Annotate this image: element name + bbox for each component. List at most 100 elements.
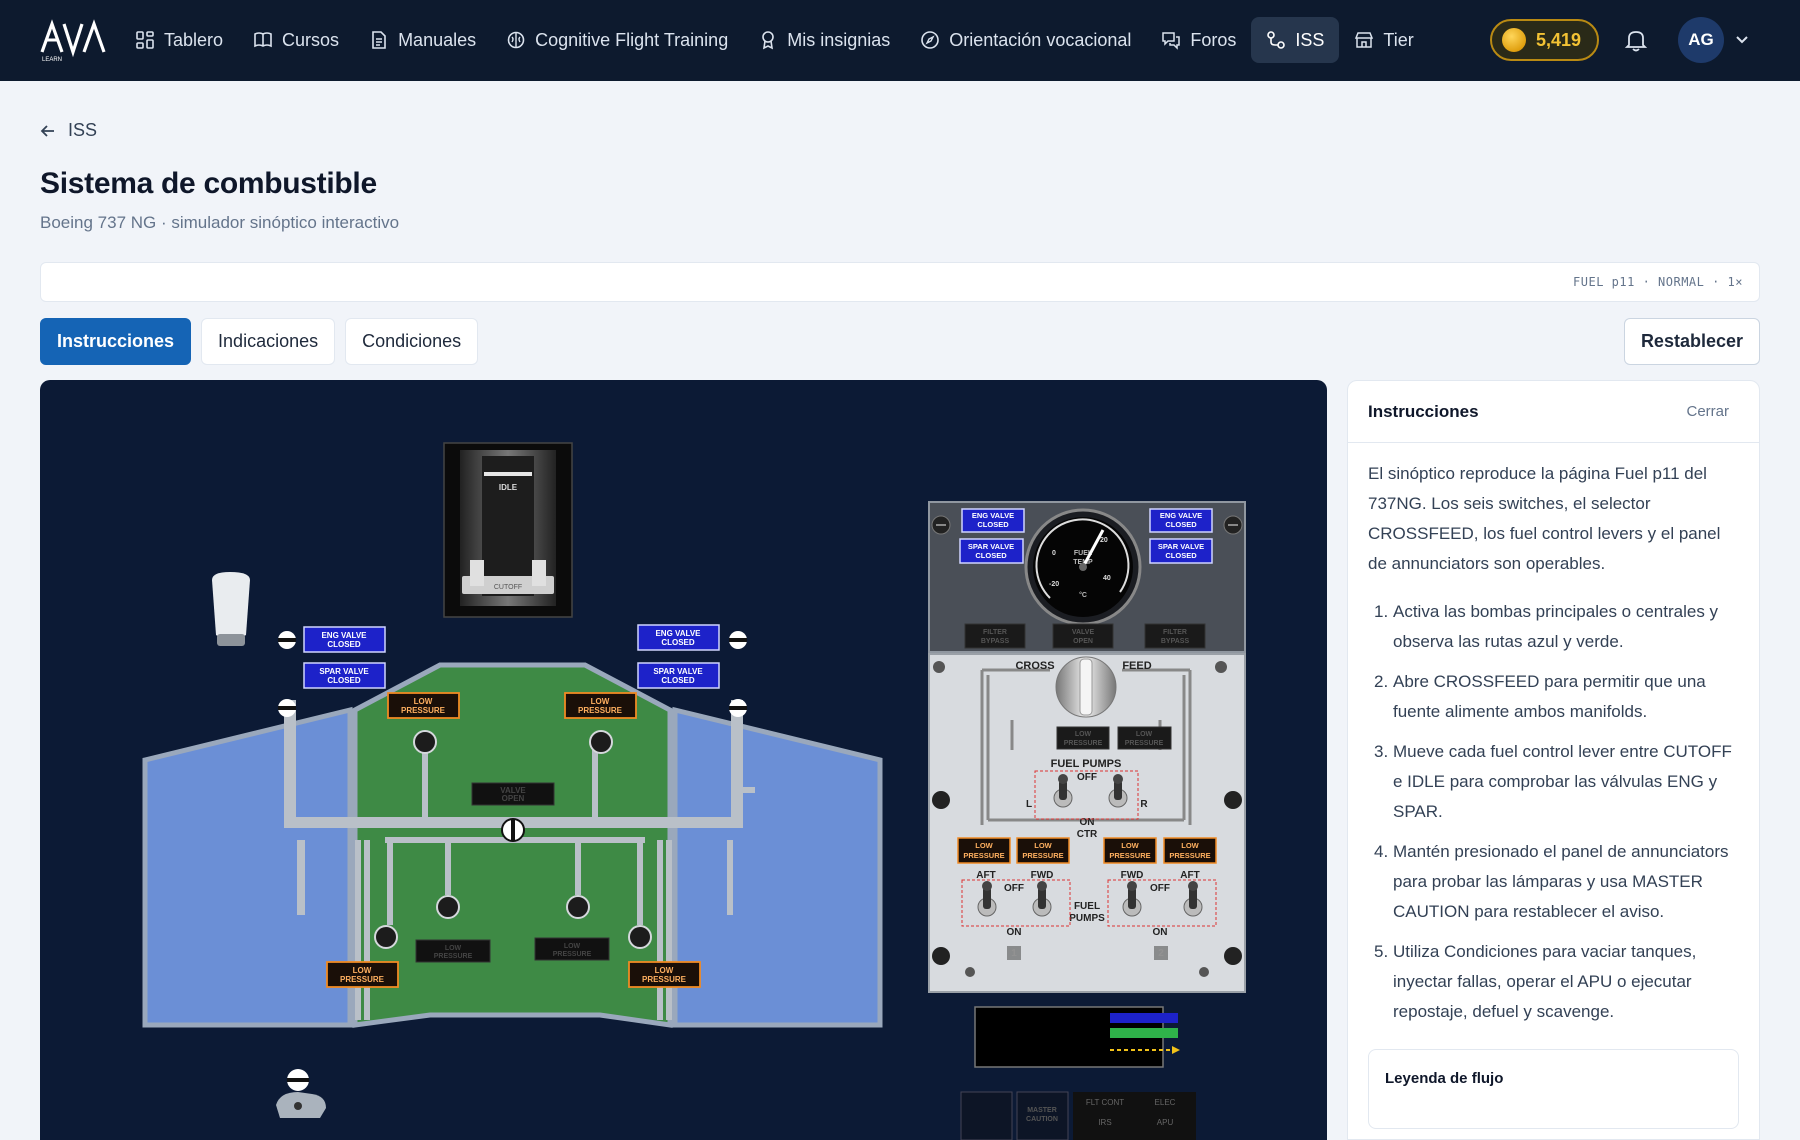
svg-text:CLOSED: CLOSED	[327, 676, 361, 685]
svg-text:CLOSED: CLOSED	[327, 640, 361, 649]
spar-valve-annunciator-panel-left: SPAR VALVE CLOSED	[959, 538, 1024, 564]
svg-text:CTR: CTR	[1077, 829, 1098, 840]
svg-text:OFF: OFF	[1004, 883, 1024, 894]
main-pump-low-pressure-annunciator: LOW PRESSURE	[1103, 837, 1157, 864]
nav-item-label: Cognitive Flight Training	[535, 29, 729, 50]
fuel-control-lever[interactable]: IDLE CUTOFF	[443, 442, 573, 618]
left-wing-tank[interactable]	[142, 706, 353, 1028]
svg-text:LOW: LOW	[1075, 731, 1092, 738]
valve-open-annunciator: VALVE OPEN	[471, 782, 555, 806]
nav-item-label: Mis insignias	[787, 29, 891, 50]
grid-icon	[135, 30, 155, 50]
svg-text:LOW: LOW	[591, 697, 610, 706]
apu-icon[interactable]	[276, 1092, 326, 1118]
main-pump-low-pressure-annunciator: LOW PRESSURE	[1163, 837, 1217, 864]
tab-instrucciones[interactable]: Instrucciones	[40, 318, 192, 365]
route-icon	[1266, 30, 1286, 50]
svg-text:R: R	[1140, 799, 1148, 810]
coin-balance[interactable]: 5,419	[1490, 19, 1600, 61]
nav-item-tablero[interactable]: Tablero	[120, 17, 238, 63]
nav-item-label: Manuales	[398, 29, 477, 50]
nav-item-orientacion-vocacional[interactable]: Orientación vocacional	[905, 17, 1146, 63]
reset-button[interactable]: Restablecer	[1623, 318, 1760, 365]
svg-text:CLOSED: CLOSED	[661, 676, 695, 685]
filter-bypass-annunciator-left: FILTER BYPASS	[964, 623, 1026, 649]
svg-text:ELEC: ELEC	[1155, 1098, 1176, 1107]
svg-text:PRESSURE: PRESSURE	[1169, 851, 1210, 860]
svg-text:PRESSURE: PRESSURE	[1064, 740, 1103, 747]
svg-text:OFF: OFF	[1077, 772, 1097, 783]
svg-text:FEED: FEED	[1122, 660, 1151, 672]
chevron-down-icon[interactable]	[1733, 30, 1751, 48]
svg-text:SPAR VALVE: SPAR VALVE	[1158, 542, 1204, 551]
svg-text:CLOSED: CLOSED	[977, 520, 1009, 529]
compass-icon	[920, 30, 940, 50]
svg-text:FILTER: FILTER	[1163, 629, 1187, 636]
chat-icon	[1161, 30, 1181, 50]
crossfeed-selector[interactable]	[1055, 656, 1117, 718]
svg-text:ON: ON	[1007, 927, 1022, 938]
close-button[interactable]: Cerrar	[1686, 403, 1729, 420]
arrow-left-icon	[40, 124, 54, 137]
instructions-intro: El sinóptico reproduce la página Fuel p1…	[1368, 464, 1721, 573]
low-pressure-annunciator: LOW PRESSURE	[564, 692, 637, 719]
avia-logo[interactable]: LEARN	[40, 18, 106, 62]
list-item: 5. Utiliza Condiciones para vaciar tanque…	[1374, 942, 1697, 1021]
nav-item-tier[interactable]: Tier	[1339, 17, 1428, 63]
instructions-panel-header: Instrucciones Cerrar	[1348, 381, 1759, 443]
fuel-synoptic-panel: IDLE CUTOFF ENG VALVE CLOSED SPAR VALVE …	[40, 380, 1327, 1140]
svg-text:°C: °C	[1079, 591, 1087, 599]
svg-text:OFF: OFF	[1150, 883, 1170, 894]
nav-item-label: Foros	[1190, 29, 1237, 50]
svg-text:LEARN: LEARN	[42, 57, 62, 62]
bell-icon[interactable]	[1623, 27, 1649, 53]
list-item: 4. Mantén presionado el panel de annuncia…	[1374, 842, 1729, 921]
svg-text:PRESSURE: PRESSURE	[1022, 851, 1063, 860]
book-icon	[253, 30, 273, 50]
nav-item-iss[interactable]: ISS	[1251, 17, 1340, 63]
nav-item-cognitive-flight-training[interactable]: Cognitive Flight Training	[491, 17, 743, 63]
eng-valve-annunciator-left: ENG VALVE CLOSED	[303, 626, 386, 653]
nav-item-label: Cursos	[282, 29, 340, 50]
tab-condiciones[interactable]: Condiciones	[345, 318, 479, 365]
avatar[interactable]: AG	[1678, 17, 1724, 63]
svg-text:CLOSED: CLOSED	[1165, 520, 1197, 529]
eng-valve-annunciator-right: ENG VALVE CLOSED	[637, 624, 720, 651]
ctr-low-pressure-annunciator-left: LOW PRESSURE	[1056, 726, 1110, 750]
svg-text:0: 0	[1052, 550, 1056, 557]
back-link[interactable]: ISS	[40, 120, 97, 141]
tab-indicaciones[interactable]: Indicaciones	[201, 318, 336, 365]
nav-item-label: Tier	[1383, 29, 1414, 50]
svg-text:PRESSURE: PRESSURE	[1109, 851, 1150, 860]
instructions-panel: Instrucciones Cerrar El sinóptico reprod…	[1347, 380, 1760, 1140]
svg-text:BYPASS: BYPASS	[981, 638, 1010, 645]
right-wing-tank[interactable]	[672, 706, 883, 1028]
svg-text:LOW: LOW	[564, 943, 581, 950]
instructions-panel-title: Instrucciones	[1368, 401, 1479, 421]
annunciator-strip[interactable]: MASTER CAUTION FLT CONT ELEC IRS APU	[960, 1091, 1196, 1140]
nav-item-cursos[interactable]: Cursos	[238, 17, 354, 63]
nav-item-label: ISS	[1295, 29, 1325, 50]
svg-text:ENG VALVE: ENG VALVE	[972, 511, 1014, 520]
nav-item-label: Tablero	[164, 29, 224, 50]
fuel-flow-display	[974, 1006, 1180, 1068]
crossfeed-valve[interactable]	[501, 818, 525, 842]
coin-count: 5,419	[1536, 29, 1582, 50]
svg-text:LOW: LOW	[353, 966, 372, 975]
svg-text:MASTER: MASTER	[1027, 1107, 1057, 1114]
document-icon	[369, 30, 389, 50]
filter-bypass-annunciator-right: FILTER BYPASS	[1144, 623, 1206, 649]
nav-item-manuales[interactable]: Manuales	[354, 17, 491, 63]
svg-text:PRESSURE: PRESSURE	[434, 953, 473, 960]
svg-text:LOW: LOW	[1136, 731, 1153, 738]
lever-cutoff-label: CUTOFF	[494, 584, 522, 591]
svg-text:PRESSURE: PRESSURE	[553, 951, 592, 958]
svg-text:PRESSURE: PRESSURE	[401, 706, 446, 715]
nav-item-mis-insignias[interactable]: Mis insignias	[743, 17, 905, 63]
low-pressure-annunciator-off: LOW PRESSURE	[415, 939, 491, 963]
svg-text:IRS: IRS	[1098, 1118, 1111, 1127]
nav-item-foros[interactable]: Foros	[1146, 17, 1251, 63]
svg-text:SPAR VALVE: SPAR VALVE	[653, 667, 703, 676]
center-tank[interactable]	[352, 662, 673, 1028]
svg-text:LOW: LOW	[1121, 841, 1139, 850]
